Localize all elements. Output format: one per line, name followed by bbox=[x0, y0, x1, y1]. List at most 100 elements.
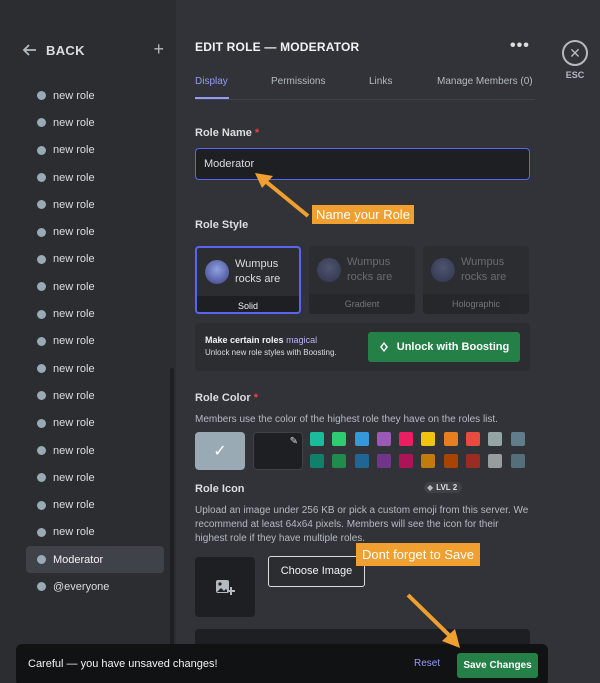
color-swatch[interactable] bbox=[466, 432, 481, 446]
choose-image-button[interactable]: Choose Image bbox=[268, 556, 365, 587]
role-item[interactable]: new role bbox=[26, 300, 164, 327]
preview-message: rocks are bbox=[461, 271, 507, 283]
role-item[interactable]: new role bbox=[26, 191, 164, 218]
tab-links[interactable]: Links bbox=[369, 76, 392, 87]
role-icon-upload[interactable] bbox=[195, 557, 255, 617]
style-option-label: Gradient bbox=[309, 294, 415, 314]
role-item-label: new role bbox=[53, 362, 95, 375]
role-item-label: new role bbox=[53, 444, 95, 457]
custom-color-picker[interactable]: ✎ bbox=[253, 432, 303, 470]
color-swatch[interactable] bbox=[399, 454, 414, 468]
ellipsis-icon[interactable]: ••• bbox=[510, 37, 530, 55]
color-swatch[interactable] bbox=[488, 454, 503, 468]
color-swatch[interactable] bbox=[443, 432, 458, 446]
role-color-dot bbox=[37, 364, 46, 374]
color-swatch[interactable] bbox=[443, 454, 458, 468]
role-item[interactable]: new role bbox=[26, 164, 164, 191]
arrow-left-icon bbox=[22, 44, 36, 56]
role-item-label: new role bbox=[53, 499, 95, 512]
role-item[interactable]: new role bbox=[26, 410, 164, 437]
color-swatch[interactable] bbox=[510, 454, 525, 468]
back-button[interactable]: BACK + bbox=[22, 40, 164, 60]
unlock-boosting-button[interactable]: Unlock with Boosting bbox=[368, 332, 520, 362]
color-swatch[interactable] bbox=[310, 432, 324, 446]
required-mark: * bbox=[254, 127, 260, 139]
color-swatch-grid bbox=[310, 432, 532, 468]
role-list: new role new role new role new role new role… bbox=[26, 82, 164, 601]
preview-name: Wumpus bbox=[235, 258, 279, 270]
role-item[interactable]: new role bbox=[26, 437, 164, 464]
pencil-icon: ✎ bbox=[289, 436, 298, 447]
role-item[interactable]: @everyone bbox=[26, 573, 164, 600]
role-item-label: new role bbox=[53, 280, 95, 293]
preview-message: rocks are bbox=[235, 273, 281, 285]
color-swatch[interactable] bbox=[466, 454, 481, 468]
required-mark: * bbox=[253, 392, 258, 404]
role-color-dot bbox=[37, 200, 46, 210]
style-option-holographic[interactable]: Wumpus rocks are Holographic bbox=[423, 246, 529, 314]
role-item[interactable]: new role bbox=[26, 109, 164, 136]
save-changes-button[interactable]: Save Changes bbox=[457, 653, 538, 678]
role-item-selected[interactable]: Moderator bbox=[26, 546, 164, 574]
boost-title: Make certain roles magical bbox=[205, 335, 317, 345]
close-icon[interactable]: ✕ bbox=[562, 40, 588, 66]
role-item-label: new role bbox=[53, 89, 95, 102]
role-name-heading: Role Name * bbox=[195, 127, 259, 139]
level-badge-label: LVL 2 bbox=[436, 483, 458, 492]
color-swatch[interactable] bbox=[354, 454, 369, 468]
boost-title-text: Make certain roles bbox=[205, 335, 284, 345]
settings-sidebar: BACK + new role new role new role new role n… bbox=[0, 0, 176, 683]
role-color-dot bbox=[37, 500, 46, 510]
style-option-label: Holographic bbox=[423, 294, 529, 314]
role-item[interactable]: new role bbox=[26, 328, 164, 355]
sidebar-scrollbar[interactable] bbox=[170, 368, 174, 648]
role-item[interactable]: new role bbox=[26, 355, 164, 382]
color-swatch[interactable] bbox=[354, 432, 369, 446]
role-item[interactable]: new role bbox=[26, 137, 164, 164]
color-swatch[interactable] bbox=[376, 432, 391, 446]
plus-icon[interactable]: + bbox=[153, 40, 164, 58]
role-item-label: new role bbox=[53, 335, 95, 348]
role-item-label: new role bbox=[53, 389, 95, 402]
tab-display[interactable]: Display bbox=[195, 76, 228, 87]
close-settings[interactable]: ✕ ESC bbox=[560, 40, 590, 80]
role-color-dot bbox=[37, 446, 46, 455]
preview-name: Wumpus bbox=[461, 256, 505, 268]
color-swatch[interactable] bbox=[332, 432, 347, 446]
reset-button[interactable]: Reset bbox=[414, 658, 440, 669]
role-item-label: new role bbox=[53, 471, 95, 484]
boost-gem-icon bbox=[379, 342, 388, 352]
style-option-gradient[interactable]: Wumpus rocks are Gradient bbox=[309, 246, 415, 314]
role-color-dot bbox=[37, 527, 46, 537]
unsaved-changes-bar: Careful — you have unsaved changes! Rese… bbox=[16, 644, 548, 683]
role-color-dot bbox=[37, 391, 46, 401]
role-color-label: Role Color bbox=[195, 392, 251, 404]
color-swatch[interactable] bbox=[376, 454, 391, 468]
role-item[interactable]: new role bbox=[26, 519, 164, 546]
role-color-dot bbox=[37, 173, 46, 183]
color-swatch[interactable] bbox=[399, 432, 414, 446]
color-swatch[interactable] bbox=[421, 454, 436, 468]
tab-permissions[interactable]: Permissions bbox=[271, 76, 325, 87]
role-item[interactable]: new role bbox=[26, 218, 164, 245]
role-name-input[interactable] bbox=[195, 148, 530, 180]
role-name-label: Role Name bbox=[195, 127, 252, 139]
style-option-solid[interactable]: Wumpus rocks are Solid bbox=[195, 246, 301, 314]
role-item[interactable]: new role bbox=[26, 273, 164, 300]
tab-manage-members[interactable]: Manage Members (0) bbox=[437, 76, 533, 87]
default-color-swatch[interactable]: ✓ bbox=[195, 432, 245, 470]
color-swatch[interactable] bbox=[510, 432, 525, 446]
unsaved-changes-text: Careful — you have unsaved changes! bbox=[28, 658, 218, 670]
role-item-label: new role bbox=[53, 253, 95, 266]
color-swatch[interactable] bbox=[421, 432, 436, 446]
color-swatch[interactable] bbox=[310, 454, 324, 468]
color-swatch[interactable] bbox=[488, 432, 503, 446]
role-item[interactable]: new role bbox=[26, 464, 164, 491]
avatar bbox=[431, 258, 455, 282]
role-item[interactable]: new role bbox=[26, 82, 164, 109]
color-swatch[interactable] bbox=[332, 454, 347, 468]
role-item[interactable]: new role bbox=[26, 246, 164, 273]
role-item[interactable]: new role bbox=[26, 491, 164, 518]
role-color-dot bbox=[37, 91, 46, 101]
role-item[interactable]: new role bbox=[26, 382, 164, 409]
